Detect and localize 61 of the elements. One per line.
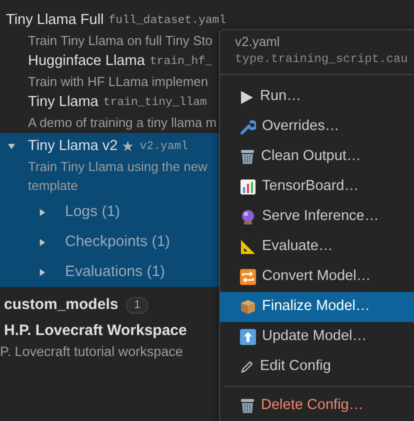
- trash-icon: [240, 149, 255, 165]
- menu-header-title: v2.yaml: [235, 33, 281, 51]
- config-description: Train Tiny Llama using the new template: [27, 158, 208, 195]
- menu-item[interactable]: TensorBoard…: [220, 172, 414, 202]
- tree-item[interactable]: Logs (1): [65, 200, 120, 224]
- config-file: train_hf_: [150, 54, 212, 70]
- menu-item-label: Overrides…: [262, 117, 340, 136]
- workspace-title: H.P. Lovecraft Workspace: [3, 321, 188, 341]
- bar-chart-icon: [240, 179, 256, 195]
- wrench-icon: [240, 119, 256, 135]
- chevron-down-icon[interactable]: [8, 143, 14, 150]
- menu-item[interactable]: Clean Output…: [220, 142, 414, 172]
- chevron-right-icon[interactable]: [39, 238, 46, 246]
- repeat-icon: [240, 269, 256, 285]
- config-description: A demo of training a tiny llama m: [27, 114, 218, 132]
- menu-item[interactable]: Update Model…: [220, 322, 414, 352]
- menu-item-label: Convert Model…: [262, 267, 371, 286]
- config-item[interactable]: Tiny Llama v2 ★ v2.yaml Train Tiny Llama using the new template Logs (1) Checkpoints (1) Evaluations (1): [0, 133, 220, 287]
- menu-item-label: Finalize Model…: [262, 297, 370, 316]
- menu-item-label: Clean Output…: [261, 147, 361, 166]
- menu-item[interactable]: Finalize Model…: [220, 292, 414, 322]
- menu-item[interactable]: Delete Config…: [220, 391, 414, 421]
- menu-item-label: Edit Config: [260, 357, 331, 376]
- chevron-right-icon[interactable]: [39, 208, 46, 216]
- menu-item[interactable]: Edit Config: [220, 352, 414, 382]
- config-title: Tiny Llama Full: [6, 10, 104, 30]
- menu-item[interactable]: Overrides…: [220, 112, 414, 142]
- config-description: Train Tiny Llama on full Tiny Sto: [27, 32, 214, 50]
- config-description: Train with HF LLama implemen: [27, 73, 210, 91]
- config-item[interactable]: Hugginface Llama train_hf_ Train with HF LLama implemen: [0, 51, 220, 92]
- trash-icon: [240, 398, 255, 414]
- config-file: full_dataset.yaml: [108, 12, 226, 29]
- menu-item[interactable]: Convert Model…: [220, 262, 414, 292]
- config-title: Tiny Llama v2: [28, 136, 118, 156]
- menu-item[interactable]: Run…: [220, 82, 414, 112]
- menu-item[interactable]: Evaluate…: [220, 232, 414, 262]
- pencil-icon: [240, 360, 254, 374]
- workspace-description: P. Lovecraft tutorial workspace: [0, 343, 184, 361]
- config-file: v2.yaml: [140, 138, 188, 155]
- star-mark: ★: [122, 137, 135, 156]
- menu-item-label: TensorBoard…: [262, 177, 359, 196]
- config-title: Tiny Llama: [28, 92, 98, 112]
- tree-item[interactable]: Checkpoints (1): [65, 230, 170, 254]
- menu-item-label: Update Model…: [262, 327, 367, 346]
- menu-item-label: Delete Config…: [261, 396, 364, 416]
- menu-item-label: Run…: [260, 87, 302, 106]
- chevron-right-icon[interactable]: [39, 268, 46, 276]
- config-title: Hugginface Llama: [28, 52, 145, 71]
- play-icon: [240, 90, 254, 104]
- package-icon: [240, 299, 256, 315]
- menu-item[interactable]: Serve Inference…: [220, 202, 414, 232]
- menu-item-label: Evaluate…: [262, 237, 333, 256]
- group-title: custom_models: [4, 294, 118, 315]
- tree-item[interactable]: Evaluations (1): [65, 260, 166, 284]
- crystal-ball-icon: [240, 209, 256, 225]
- count-badge: 1: [126, 296, 148, 314]
- config-file: train_tiny_llam: [103, 94, 207, 111]
- menu-header-subtitle: type.training_script.cau: [235, 51, 409, 68]
- menu-item-label: Serve Inference…: [262, 207, 379, 226]
- triangle-ruler-icon: [240, 239, 256, 255]
- config-item[interactable]: Tiny Llama train_tiny_llam A demo of training a tiny llama m: [0, 92, 220, 133]
